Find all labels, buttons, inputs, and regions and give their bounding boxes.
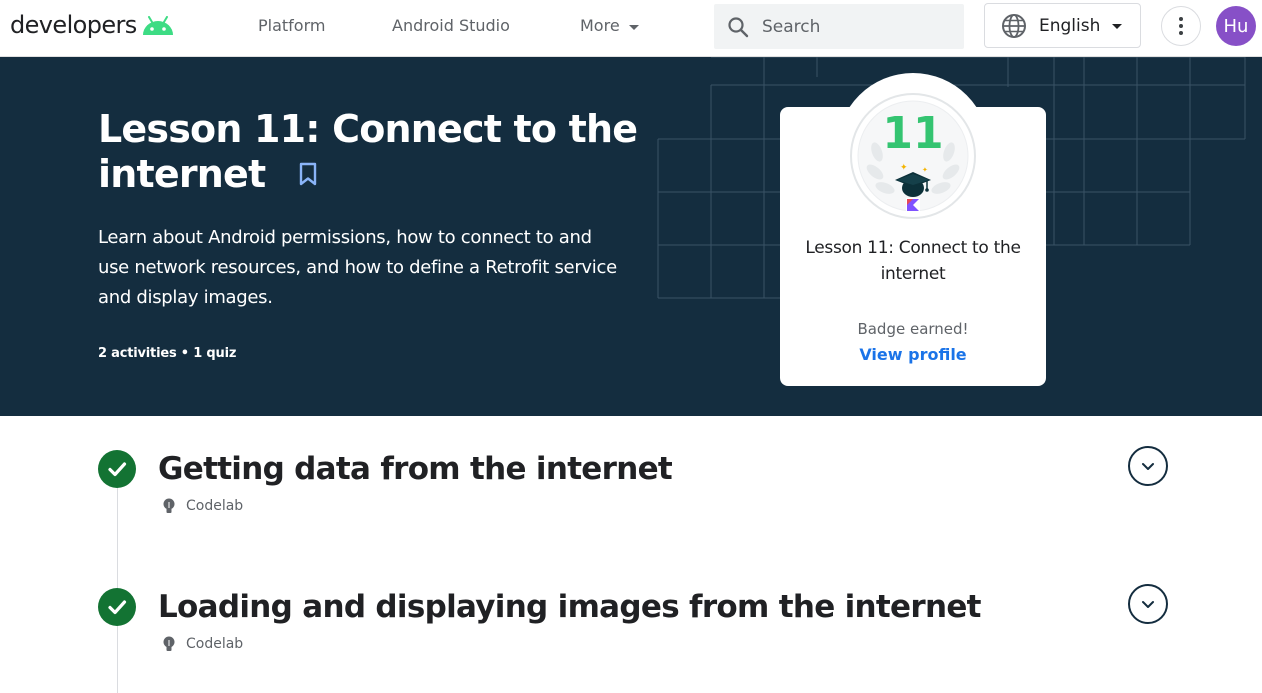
activity-item: Getting data from the internet Codelab: [0, 443, 1262, 543]
top-app-bar: developers Platform Android Studio More …: [0, 0, 1262, 57]
lesson-description: Learn about Android permissions, how to …: [98, 227, 617, 308]
badge-number: 11: [882, 108, 943, 159]
activity-title[interactable]: Loading and displaying images from the i…: [158, 585, 981, 629]
search-icon: [728, 16, 749, 37]
lesson-hero: Lesson 11: Connect to the internet Learn…: [0, 57, 1262, 416]
nav-more-dropdown[interactable]: More: [580, 15, 639, 37]
nav-android-studio[interactable]: Android Studio: [392, 15, 510, 37]
badge-medal-icon: 11 ✦ ✦: [850, 93, 976, 219]
search-input[interactable]: [762, 16, 942, 37]
check-icon: [108, 600, 127, 615]
avatar[interactable]: Hu: [1216, 6, 1256, 46]
android-logo-icon: [142, 16, 173, 35]
search-box[interactable]: [714, 4, 964, 49]
avatar-initials: Hu: [1223, 15, 1249, 37]
caret-down-icon: [628, 24, 639, 30]
lightbulb-icon: [163, 498, 175, 513]
caret-down-icon: [1112, 24, 1123, 29]
badge-title: Lesson 11: Connect to the internet: [805, 238, 1021, 284]
completed-status: [98, 588, 136, 626]
more-options-button[interactable]: [1161, 6, 1201, 46]
lesson-meta: 2 activities • 1 quiz: [98, 346, 237, 361]
nav-platform[interactable]: Platform: [258, 15, 325, 37]
svg-text:✦: ✦: [900, 163, 908, 173]
svg-text:✦: ✦: [922, 166, 928, 174]
chevron-down-icon: [1142, 601, 1154, 608]
lesson-title-text: Lesson 11: Connect to the internet: [98, 107, 638, 196]
language-label: English: [1039, 15, 1101, 36]
badge-status: Badge earned!: [857, 320, 969, 338]
bookmark-icon[interactable]: [298, 162, 318, 186]
check-icon: [108, 462, 127, 477]
view-profile-link[interactable]: View profile: [780, 345, 1046, 364]
nav-more-label: More: [580, 16, 620, 35]
globe-icon: [1002, 13, 1026, 38]
activity-type-label: Codelab: [186, 498, 244, 514]
expand-button[interactable]: [1128, 584, 1168, 624]
expand-button[interactable]: [1128, 446, 1168, 486]
developers-logo[interactable]: developers: [10, 10, 175, 40]
activity-item: Loading and displaying images from the i…: [0, 581, 1262, 681]
lesson-title: Lesson 11: Connect to the internet: [98, 107, 678, 197]
lightbulb-icon: [163, 636, 175, 651]
logo-text: developers: [10, 11, 137, 39]
language-selector[interactable]: English: [984, 3, 1141, 48]
chevron-down-icon: [1142, 463, 1154, 470]
activity-type: Codelab: [160, 635, 243, 653]
activity-title[interactable]: Getting data from the internet: [158, 447, 673, 491]
activity-type: Codelab: [160, 497, 243, 515]
completed-status: [98, 450, 136, 488]
activity-type-label: Codelab: [186, 636, 244, 652]
more-vert-icon: [1179, 17, 1183, 21]
